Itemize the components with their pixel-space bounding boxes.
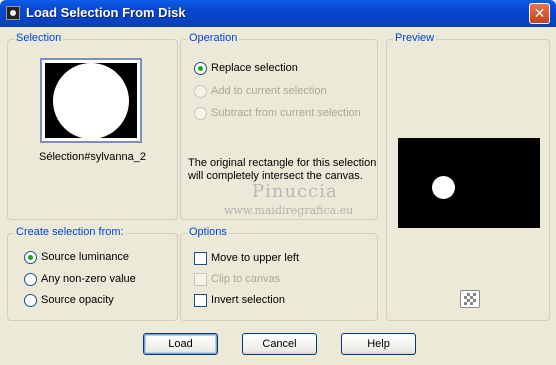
checkbox-disabled [194,273,207,286]
create-selection-from-title: Create selection from: [14,226,126,238]
options-group-title: Options [187,226,229,238]
radio-label: Add to current selection [211,85,327,97]
radio-label: Subtract from current selection [211,107,361,119]
radio-label: Source opacity [41,294,114,306]
cancel-button[interactable]: Cancel [242,333,317,355]
checkbox-label: Clip to canvas [211,273,281,285]
selection-group-title: Selection [14,32,64,44]
checkbox-label: Invert selection [211,294,285,306]
selection-name: Sélection#sylvanna_2 [38,151,147,163]
close-icon: ✕ [533,5,546,21]
radio-label: Source luminance [41,251,130,263]
radio-button[interactable] [24,273,37,286]
title-bar: Load Selection From Disk ✕ [0,0,556,27]
checkbox[interactable] [194,294,207,307]
watermark-url: www.maidiregrafica.eu [224,204,354,217]
radio-button-checked[interactable] [24,251,37,264]
thumbnail-image [45,62,137,139]
radio-button[interactable] [24,294,37,307]
selection-thumbnail[interactable] [40,58,142,143]
radio-label: Replace selection [211,62,298,74]
operation-group-title: Operation [187,32,240,44]
checkerboard-icon [464,293,476,305]
radio-button-checked[interactable] [194,62,207,75]
checkbox[interactable] [194,252,207,265]
thumbnail-circle-shape [53,62,129,139]
radio-button-disabled [194,85,207,98]
close-button[interactable]: ✕ [529,3,550,24]
radio-label: Any non-zero value [41,273,136,285]
help-button[interactable]: Help [341,333,416,355]
window-title: Load Selection From Disk [26,5,186,20]
checkbox-label: Move to upper left [211,252,300,264]
preview-image [398,138,540,228]
load-button[interactable]: Load [143,333,218,355]
preview-circle-shape [432,176,455,199]
preview-group-title: Preview [393,32,437,44]
radio-button-disabled [194,107,207,120]
app-icon [6,6,20,20]
transparency-toggle-button[interactable] [460,290,480,308]
operation-info-text: The original rectangle for this selectio… [188,157,377,182]
watermark-name: Pinuccia [252,181,338,202]
